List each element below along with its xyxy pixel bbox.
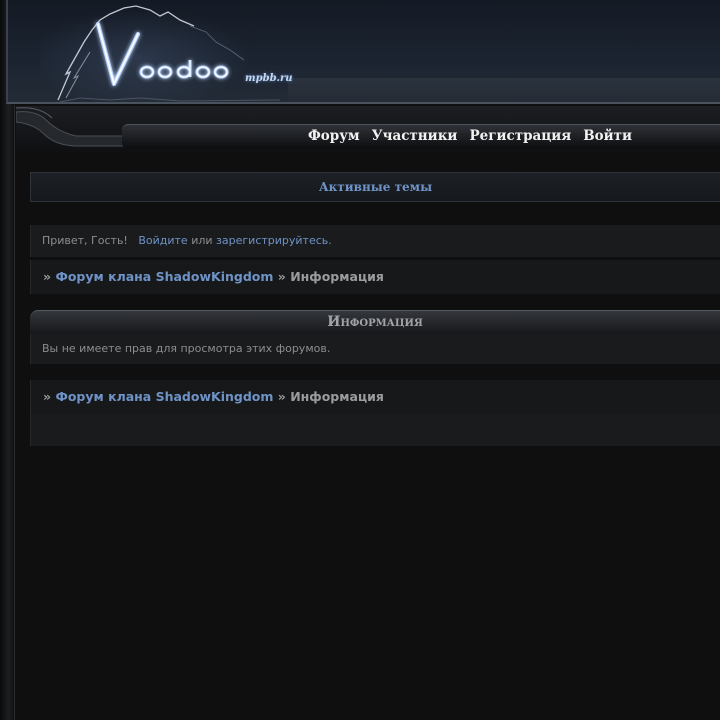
header-band: [288, 78, 720, 102]
greeting-or: или: [191, 234, 213, 247]
greeting-suffix: .: [328, 234, 332, 247]
nav-forum[interactable]: Форум: [302, 126, 366, 146]
nav-login[interactable]: Войти: [577, 126, 638, 146]
breadcrumb: » Форум клана ShadowKingdom » Информация: [43, 380, 384, 413]
nav-members[interactable]: Участники: [366, 126, 464, 146]
breadcrumb-separator: »: [43, 269, 52, 284]
greeting-panel: Привет, Гость! Войдите или зарегистрируй…: [30, 225, 720, 257]
info-panel-header: Информация: [30, 310, 720, 334]
breadcrumb-separator: »: [277, 269, 286, 284]
breadcrumb-top: » Форум клана ShadowKingdom » Информация: [30, 260, 720, 294]
nav-register[interactable]: Регистрация: [463, 126, 577, 146]
logo-subtitle: mpbb.ru: [245, 73, 293, 84]
main-nav: Форум Участники Регистрация Войти: [302, 126, 638, 146]
left-frame-line: [14, 105, 15, 720]
nav-ornament-icon: [16, 107, 128, 147]
breadcrumb: » Форум клана ShadowKingdom » Информация: [43, 260, 384, 293]
register-link[interactable]: зарегистрируйтесь: [216, 234, 328, 247]
greeting-text: Привет, Гость! Войдите или зарегистрируй…: [42, 225, 332, 257]
info-message: Вы не имеете прав для просмотра этих фор…: [42, 342, 331, 355]
voodoo-logo-icon[interactable]: [40, 2, 290, 102]
active-topics-panel: Активные темы: [30, 172, 720, 202]
left-frame-rail: [0, 0, 14, 720]
info-title: Информация: [327, 314, 423, 330]
page: mpbb.ru Форум Участники Регистрация Войт…: [0, 0, 720, 720]
breadcrumb-forum-link[interactable]: Форум клана ShadowKingdom: [55, 269, 273, 284]
breadcrumb-separator: »: [277, 389, 286, 404]
breadcrumb-current: Информация: [290, 389, 384, 404]
breadcrumb-forum-link[interactable]: Форум клана ShadowKingdom: [55, 389, 273, 404]
breadcrumb-bottom: » Форум клана ShadowKingdom » Информация: [30, 380, 720, 414]
breadcrumb-current: Информация: [290, 269, 384, 284]
footer-panel: [30, 414, 720, 446]
breadcrumb-separator: »: [43, 389, 52, 404]
info-panel-body: Вы не имеете прав для просмотра этих фор…: [30, 334, 720, 364]
greeting-prefix: Привет, Гость!: [42, 234, 128, 247]
login-link[interactable]: Войдите: [138, 234, 187, 247]
active-topics-link[interactable]: Активные темы: [31, 173, 720, 201]
